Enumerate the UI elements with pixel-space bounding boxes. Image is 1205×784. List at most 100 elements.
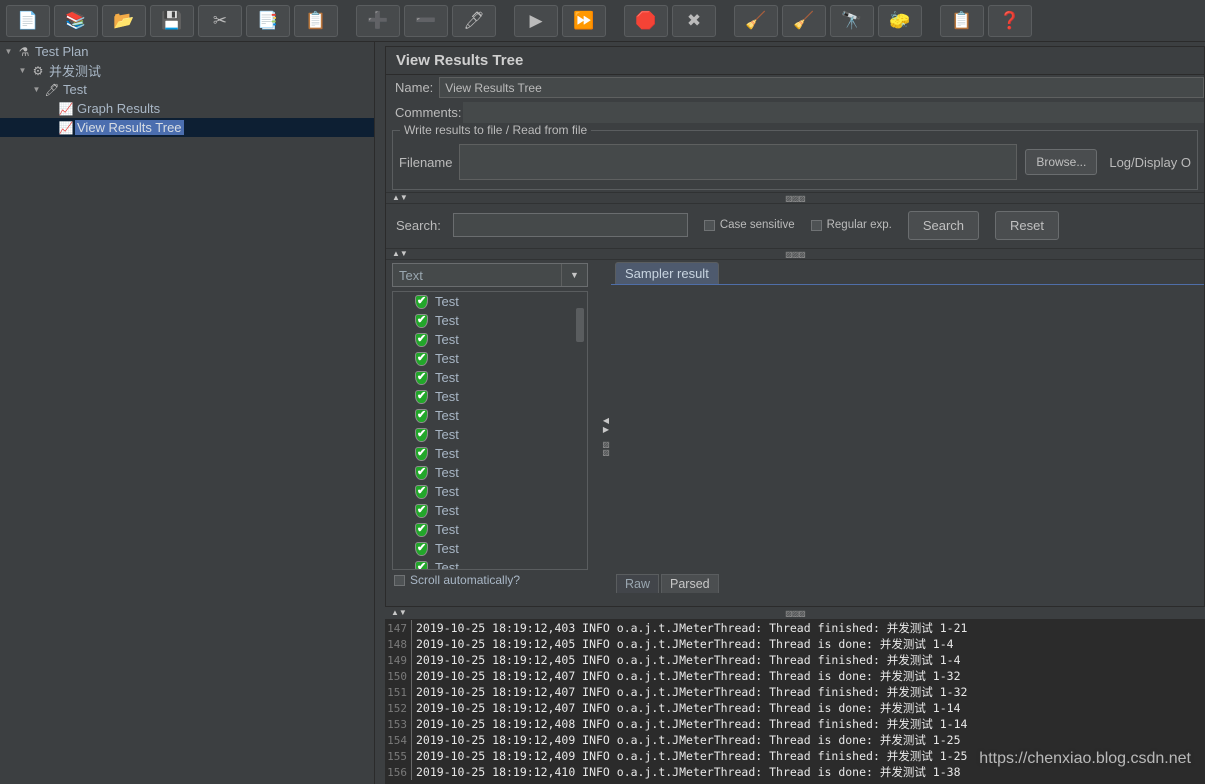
log-line-number: 152	[387, 701, 407, 715]
result-list-item[interactable]: Test	[393, 292, 587, 311]
result-list-item[interactable]: Test	[393, 368, 587, 387]
toolbar-separator	[500, 20, 514, 21]
copy-button[interactable]: 📑	[246, 4, 290, 37]
result-list-item[interactable]: Test	[393, 406, 587, 425]
splitter-arrows-icon[interactable]: ▲▼	[392, 250, 408, 258]
start-button[interactable]: ▶	[514, 4, 558, 37]
regular-exp-checkbox[interactable]: Regular exp.	[810, 219, 892, 231]
tree-twisty-icon[interactable]: ▼	[2, 47, 15, 56]
comments-label: Comments:	[395, 105, 462, 120]
log-line-number: 153	[387, 717, 407, 731]
toolbar-separator	[926, 20, 940, 21]
result-list-item[interactable]: Test	[393, 444, 587, 463]
results-area: Text ▼ TestTestTestTestTestTestTestTestT…	[386, 260, 1204, 593]
splitter-vertical[interactable]: ◀ ▶ ▨▨	[601, 260, 611, 590]
result-list-item[interactable]: Test	[393, 520, 587, 539]
result-list-item[interactable]: Test	[393, 539, 587, 558]
case-sensitive-checkbox[interactable]: Case sensitive	[703, 219, 795, 231]
toolbar-separator	[342, 20, 356, 21]
open-button[interactable]: 📂	[102, 4, 146, 37]
test-plan-tree[interactable]: ▼ ⚗ Test Plan ▼ ⚙ 并发测试 ▼ 🖊 Test 📈 Graph Results 📈 Vi…	[0, 42, 375, 784]
tree-node-0[interactable]: ▼ ⚗ Test Plan	[0, 42, 374, 61]
result-item-label: Test	[435, 541, 459, 556]
log-line-number: 156	[387, 765, 407, 779]
result-list-item[interactable]: Test	[393, 482, 587, 501]
cut-button[interactable]: ✂	[198, 4, 242, 37]
search-button[interactable]: Search	[907, 210, 980, 240]
tree-node-label: Test	[63, 82, 87, 97]
tree-node-4[interactable]: 📈 View Results Tree	[0, 118, 374, 137]
paste-button[interactable]: 📋	[294, 4, 338, 37]
shutdown-button[interactable]: ✖	[672, 4, 716, 37]
results-scrollbar-thumb[interactable]	[576, 308, 584, 342]
tree-node-1[interactable]: ▼ ⚙ 并发测试	[0, 61, 374, 80]
splitter-grip-icon: ▨▨▨	[785, 608, 806, 618]
result-list-item[interactable]: Test	[393, 311, 587, 330]
result-list-item[interactable]: Test	[393, 330, 587, 349]
search-button[interactable]: 🔭	[830, 4, 874, 37]
result-list-item[interactable]: Test	[393, 501, 587, 520]
log-output[interactable]: 147 2019-10-25 18:19:12,403 INFO o.a.j.t.…	[385, 620, 1205, 784]
new-button[interactable]: 📄	[6, 4, 50, 37]
comments-input[interactable]	[463, 102, 1204, 123]
regular-exp-label: Regular exp.	[826, 219, 892, 231]
log-line: 153 2019-10-25 18:19:12,408 INFO o.a.j.t.…	[385, 716, 1205, 732]
result-list-item[interactable]: Test	[393, 558, 587, 569]
tree-twisty-icon[interactable]: ▼	[30, 85, 43, 94]
name-label: Name:	[395, 80, 434, 95]
splitter-top[interactable]: ▲▼ ▨▨▨	[386, 192, 1204, 204]
tab-parsed[interactable]: Parsed	[661, 574, 719, 593]
result-list-item[interactable]: Test	[393, 387, 587, 406]
splitter-middle[interactable]: ▲▼ ▨▨▨	[386, 248, 1204, 260]
success-shield-icon	[415, 446, 428, 461]
name-input[interactable]	[439, 77, 1204, 98]
checkbox-icon	[394, 574, 405, 586]
help-icon: ❓	[999, 11, 1021, 30]
tree-node-2[interactable]: ▼ 🖊 Test	[0, 80, 374, 99]
toggle-icon: 🖊	[463, 11, 485, 30]
success-shield-icon	[415, 484, 428, 499]
log-line: 148 2019-10-25 18:19:12,405 INFO o.a.j.t.…	[385, 636, 1205, 652]
stop-button[interactable]: 🛑	[624, 4, 668, 37]
toggle-button[interactable]: 🖊	[452, 4, 496, 37]
help-button[interactable]: ❓	[988, 4, 1032, 37]
success-shield-icon	[415, 465, 428, 480]
name-row: Name:	[386, 75, 1204, 100]
result-list-item[interactable]: Test	[393, 463, 587, 482]
chevron-down-icon[interactable]: ▼	[561, 264, 587, 286]
result-list-item[interactable]: Test	[393, 425, 587, 444]
clear-button[interactable]: 🧹	[734, 4, 778, 37]
tab-sampler-result[interactable]: Sampler result	[615, 262, 719, 284]
tree-node-3[interactable]: 📈 Graph Results	[0, 99, 374, 118]
start-no-pauses-button[interactable]: ⏩	[562, 4, 606, 37]
result-item-label: Test	[435, 427, 459, 442]
save-button[interactable]: 💾	[150, 4, 194, 37]
reset-button[interactable]: Reset	[995, 210, 1059, 240]
splitter-arrows-icon[interactable]: ▲▼	[392, 194, 408, 202]
splitter-log[interactable]: ▲▼ ▨▨▨	[385, 607, 1205, 620]
clear-all-button[interactable]: 🧹	[782, 4, 826, 37]
tree-node-icon: 📈	[58, 120, 74, 135]
templates-button[interactable]: 📚	[54, 4, 98, 37]
filename-input[interactable]	[459, 144, 1018, 180]
splitter-arrows-icon[interactable]: ▲▼	[391, 609, 407, 617]
splitter-right-arrow-icon[interactable]: ▶	[603, 425, 609, 434]
collapse-all-button[interactable]: ➖	[404, 4, 448, 37]
reset-search-button[interactable]: 🧽	[878, 4, 922, 37]
renderer-dropdown[interactable]: Text ▼	[392, 263, 588, 287]
log-line: 151 2019-10-25 18:19:12,407 INFO o.a.j.t.…	[385, 684, 1205, 700]
expand-all-button[interactable]: ➕	[356, 4, 400, 37]
tab-raw[interactable]: Raw	[616, 574, 660, 593]
splitter-left-arrow-icon[interactable]: ◀	[603, 416, 609, 425]
tree-twisty-icon[interactable]: ▼	[16, 66, 29, 75]
browse-button[interactable]: Browse...	[1025, 149, 1098, 175]
function-helper-button[interactable]: 📋	[940, 4, 984, 37]
write-results-legend: Write results to file / Read from file	[400, 123, 592, 137]
scroll-automatically-checkbox[interactable]: Scroll automatically?	[394, 573, 601, 587]
results-right-pane: Sampler result Raw Parsed	[611, 260, 1204, 593]
result-list-item[interactable]: Test	[393, 349, 587, 368]
log-line: 147 2019-10-25 18:19:12,403 INFO o.a.j.t.…	[385, 620, 1205, 636]
search-input[interactable]	[452, 213, 688, 237]
toolbar-separator	[610, 20, 624, 21]
results-list[interactable]: Test Test Test Test Test Test Test Test Test Test…	[392, 291, 588, 570]
